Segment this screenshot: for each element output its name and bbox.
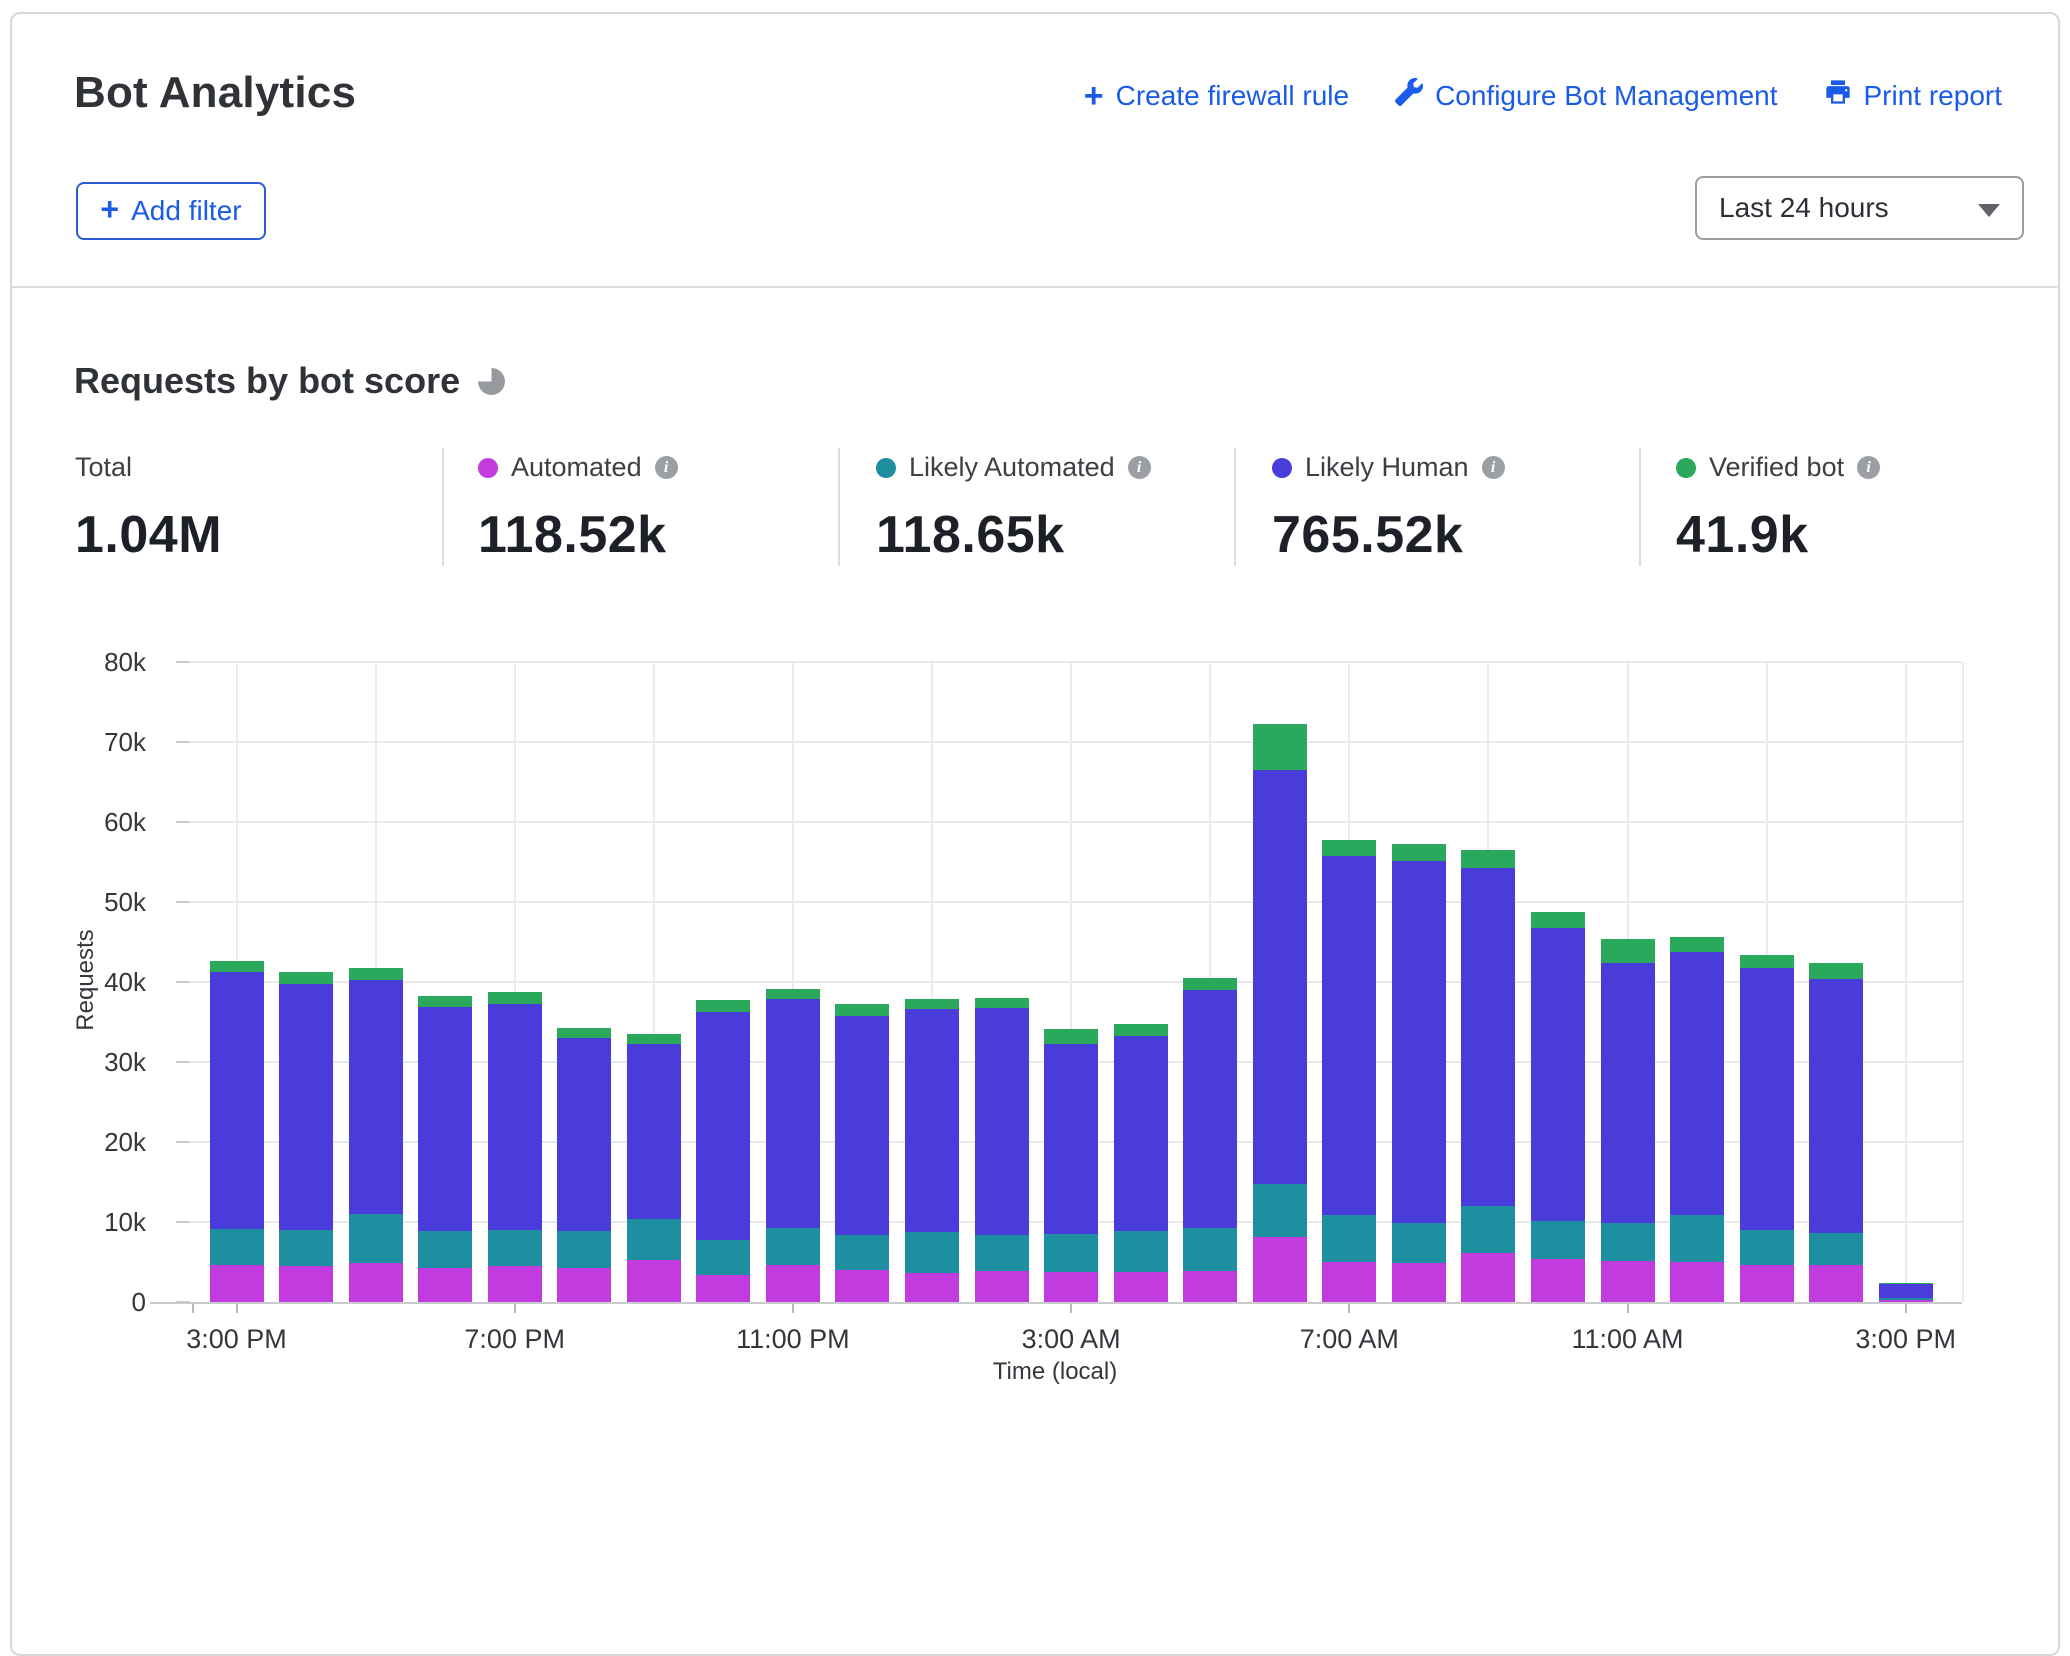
stat-likely-human-label: Likely Human (1305, 452, 1469, 483)
stat-verified-bot-value: 41.9k (1676, 505, 1880, 565)
bot-analytics-card (10, 12, 2060, 1656)
stat-likely-human-value: 765.52k (1272, 505, 1505, 565)
info-icon[interactable]: i (1128, 456, 1151, 479)
create-firewall-rule-link[interactable]: + Create firewall rule (1084, 80, 1349, 112)
stat-automated: Automated i 118.52k (478, 452, 678, 565)
configure-bot-management-label: Configure Bot Management (1435, 80, 1777, 112)
info-icon[interactable]: i (1482, 456, 1505, 479)
plus-icon: + (100, 191, 119, 228)
page-title: Bot Analytics (74, 68, 356, 118)
chevron-down-icon (1978, 204, 2000, 217)
printer-icon (1824, 78, 1852, 113)
wrench-icon (1395, 78, 1423, 113)
stat-likely-automated-label: Likely Automated (909, 452, 1115, 483)
stat-likely-automated-value: 118.65k (876, 505, 1151, 565)
stat-verified-bot-label: Verified bot (1709, 452, 1844, 483)
stat-divider (1234, 448, 1236, 566)
stat-total-value: 1.04M (75, 505, 222, 565)
print-report-link[interactable]: Print report (1824, 78, 2003, 113)
header-divider (12, 286, 2058, 288)
likely-automated-legend-dot (876, 458, 896, 478)
automated-legend-dot (478, 458, 498, 478)
print-report-label: Print report (1864, 80, 2003, 112)
time-range-value: Last 24 hours (1719, 192, 1889, 224)
stat-automated-label: Automated (511, 452, 642, 483)
plus-icon: + (1084, 82, 1104, 110)
stat-divider (442, 448, 444, 566)
verified-bot-legend-dot (1676, 458, 1696, 478)
configure-bot-management-link[interactable]: Configure Bot Management (1395, 78, 1777, 113)
stat-likely-human: Likely Human i 765.52k (1272, 452, 1505, 565)
section-title-text: Requests by bot score (74, 360, 460, 402)
stat-automated-value: 118.52k (478, 505, 678, 565)
header-actions: + Create firewall rule Configure Bot Man… (1084, 78, 2002, 113)
add-filter-button[interactable]: + Add filter (76, 182, 266, 240)
section-title: Requests by bot score (74, 360, 505, 402)
create-firewall-rule-label: Create firewall rule (1116, 80, 1349, 112)
info-icon[interactable]: i (1857, 456, 1880, 479)
stat-divider (1639, 448, 1641, 566)
likely-human-legend-dot (1272, 458, 1292, 478)
pie-chart-icon (478, 368, 505, 395)
stat-divider (838, 448, 840, 566)
info-icon[interactable]: i (655, 456, 678, 479)
stat-likely-automated: Likely Automated i 118.65k (876, 452, 1151, 565)
stat-total: Total 1.04M (75, 452, 222, 565)
stat-total-label: Total (75, 452, 132, 483)
stat-verified-bot: Verified bot i 41.9k (1676, 452, 1880, 565)
add-filter-label: Add filter (131, 195, 242, 227)
time-range-select[interactable]: Last 24 hours (1695, 176, 2024, 240)
